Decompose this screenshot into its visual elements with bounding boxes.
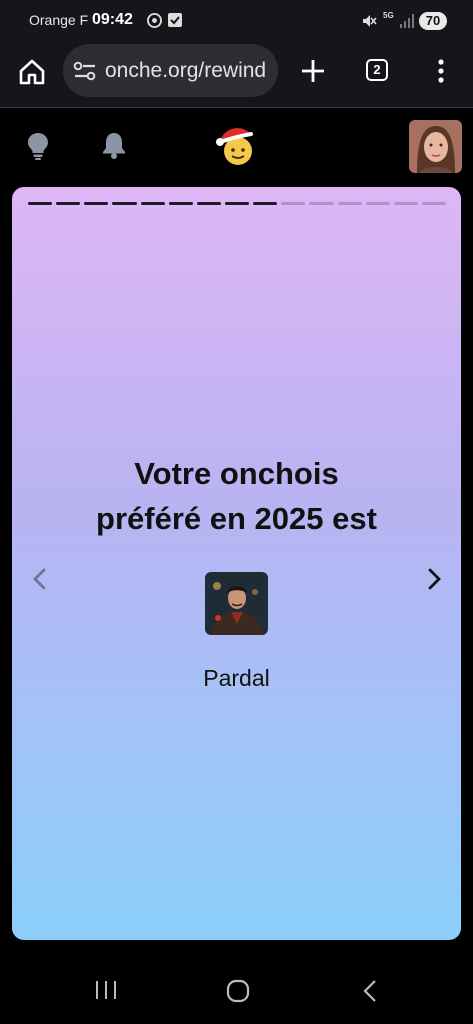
winner-name: Pardal (203, 665, 270, 691)
home-circle-icon[interactable] (225, 978, 251, 1004)
bell-icon[interactable] (101, 131, 127, 159)
progress-segment-completed (140, 202, 165, 205)
progress-segment-completed (224, 202, 250, 205)
chrome-icon (147, 13, 162, 28)
progress-segment-pending (309, 202, 334, 205)
tab-switcher-button[interactable]: 2 (366, 59, 388, 81)
progress-segment-completed (28, 202, 53, 205)
progress-segment-completed (112, 202, 137, 205)
lightbulb-icon[interactable] (26, 132, 50, 160)
story-headline: Votre onchois préféré en 2025 est (12, 451, 461, 541)
status-bar: Orange F 09:42 5G 70 (0, 0, 473, 42)
headline-line-2: préféré en 2025 est (96, 501, 377, 536)
home-icon[interactable] (17, 57, 47, 87)
checkbox-notification-icon (168, 13, 182, 27)
progress-segment-completed (253, 202, 278, 205)
recent-apps-icon[interactable] (93, 979, 119, 1001)
url-text: onche.org/rewind (105, 59, 267, 82)
network-type: 5G (383, 11, 394, 20)
progress-segment-completed (168, 202, 193, 205)
progress-segment-pending (393, 202, 418, 205)
site-header (0, 108, 473, 183)
mute-icon (363, 15, 377, 27)
winner-avatar[interactable] (205, 572, 268, 635)
battery-indicator: 70 (419, 12, 447, 30)
progress-segment-pending (365, 202, 390, 205)
santa-smiley-logo[interactable] (214, 125, 258, 167)
progress-segment-pending (337, 202, 362, 205)
chevron-left-icon[interactable] (30, 567, 50, 591)
back-chevron-icon[interactable] (360, 978, 380, 1004)
plus-icon[interactable] (298, 56, 328, 86)
progress-segment-completed (56, 202, 81, 205)
progress-segment-completed (196, 202, 221, 205)
android-navigation-bar (0, 955, 473, 1024)
more-vert-icon[interactable] (431, 56, 451, 86)
story-progress (28, 202, 447, 205)
progress-segment-pending (281, 202, 306, 205)
headline-line-1: Votre onchois (134, 456, 339, 491)
user-avatar[interactable] (409, 120, 462, 173)
chevron-right-icon[interactable] (424, 567, 444, 591)
progress-segment-completed (84, 202, 109, 205)
site-settings-icon[interactable] (73, 61, 97, 81)
progress-segment-pending (421, 202, 447, 205)
signal-icon (400, 14, 414, 28)
carrier-label: Orange F (29, 12, 89, 28)
browser-toolbar: onche.org/rewind 2 (0, 42, 473, 108)
rewind-story-card[interactable]: Votre onchois préféré en 2025 est Pardal (12, 187, 461, 940)
clock: 09:42 (92, 11, 133, 28)
address-bar[interactable]: onche.org/rewind (63, 44, 278, 97)
